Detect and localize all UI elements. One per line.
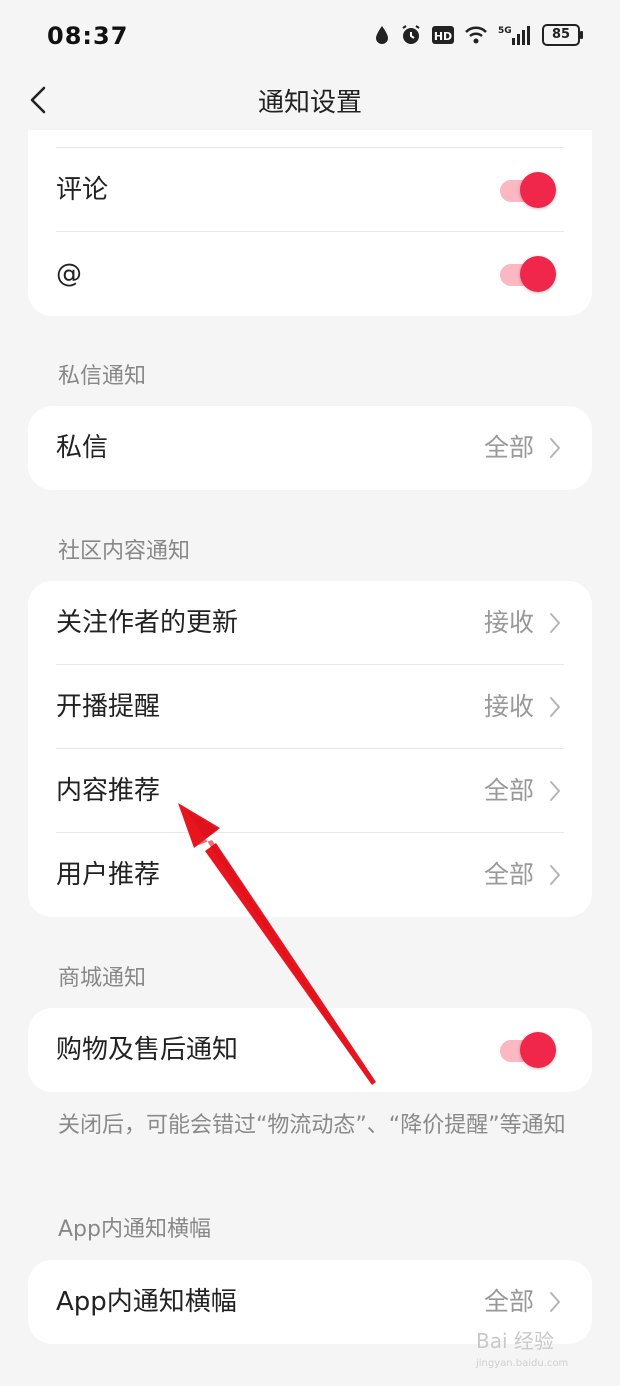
row-label: 内容推荐: [56, 776, 161, 806]
chevron-right-icon: [550, 781, 560, 801]
row-label: 用户推荐: [56, 860, 161, 890]
chevron-right-icon: [550, 438, 560, 458]
chevron-right-icon: [550, 697, 560, 717]
chevron-right-icon: [550, 613, 560, 633]
comments-toggle[interactable]: [500, 172, 556, 208]
row-value: 全部: [483, 433, 534, 462]
shopping-notification-toggle[interactable]: [500, 1032, 556, 1068]
row-label: 开播提醒: [56, 692, 161, 722]
chevron-right-icon: [550, 1292, 560, 1312]
settings-row-private-message[interactable]: 私信 全部: [56, 406, 564, 490]
row-value: 全部: [483, 860, 534, 889]
svg-text:5G: 5G: [498, 26, 512, 36]
drop-icon: [376, 26, 388, 44]
row-label: @: [56, 259, 82, 289]
section-title-community: 社区内容通知: [58, 539, 191, 564]
interaction-card: 评论 @: [28, 130, 592, 316]
baidu-watermark-icon: Bai 经验 jingyan.baidu.com: [475, 1329, 568, 1369]
settings-row-comments: 评论: [56, 148, 564, 232]
row-label: 关注作者的更新: [56, 608, 239, 638]
settings-row-shopping-after-sales: 购物及售后通知: [56, 1008, 564, 1092]
svg-text:HD: HD: [434, 30, 452, 43]
row-label: 购物及售后通知: [56, 1035, 239, 1065]
watermark-text: Bai 经验: [476, 1329, 554, 1353]
status-icons: HD 5G 85: [374, 24, 583, 46]
signal-5g-icon: 5G: [498, 26, 530, 45]
mall-note: 关闭后，可能会错过“物流动态”、“降价提醒”等通知: [58, 1113, 566, 1138]
dm-card: 私信 全部: [28, 406, 592, 490]
page-title: 通知设置: [257, 88, 362, 118]
battery-icon: 85: [542, 24, 583, 46]
settings-row-followed-updates[interactable]: 关注作者的更新 接收: [56, 581, 564, 665]
settings-row-live-reminder[interactable]: 开播提醒 接收: [56, 665, 564, 749]
wifi-icon: [465, 26, 487, 44]
row-value: 接收: [483, 608, 534, 637]
settings-row-user-recommendation[interactable]: 用户推荐 全部: [56, 833, 564, 917]
hd-icon: HD: [432, 26, 454, 44]
row-value: 全部: [483, 776, 534, 805]
section-title-mall: 商城通知: [58, 966, 147, 991]
status-bar: 08:37 HD 5G 85: [0, 0, 620, 58]
mall-card: 购物及售后通知: [28, 1008, 592, 1092]
row-label: 私信: [56, 433, 109, 463]
section-title-banner: App内通知横幅: [58, 1217, 211, 1242]
settings-row-content-recommendation[interactable]: 内容推荐 全部: [56, 749, 564, 833]
section-title-dm: 私信通知: [58, 364, 147, 389]
alarm-icon: [402, 25, 420, 44]
row-label: 评论: [56, 175, 109, 205]
status-time: 08:37: [47, 22, 129, 50]
row-label: App内通知横幅: [56, 1287, 237, 1317]
watermark-subtext: jingyan.baidu.com: [475, 1358, 568, 1369]
mentions-toggle[interactable]: [500, 256, 556, 292]
settings-row-mentions: @: [56, 232, 564, 316]
chevron-right-icon: [550, 865, 560, 885]
community-card: 关注作者的更新 接收 开播提醒 接收 内容推荐 全部 用户推荐 全部: [28, 581, 592, 917]
row-value: 接收: [483, 692, 534, 721]
